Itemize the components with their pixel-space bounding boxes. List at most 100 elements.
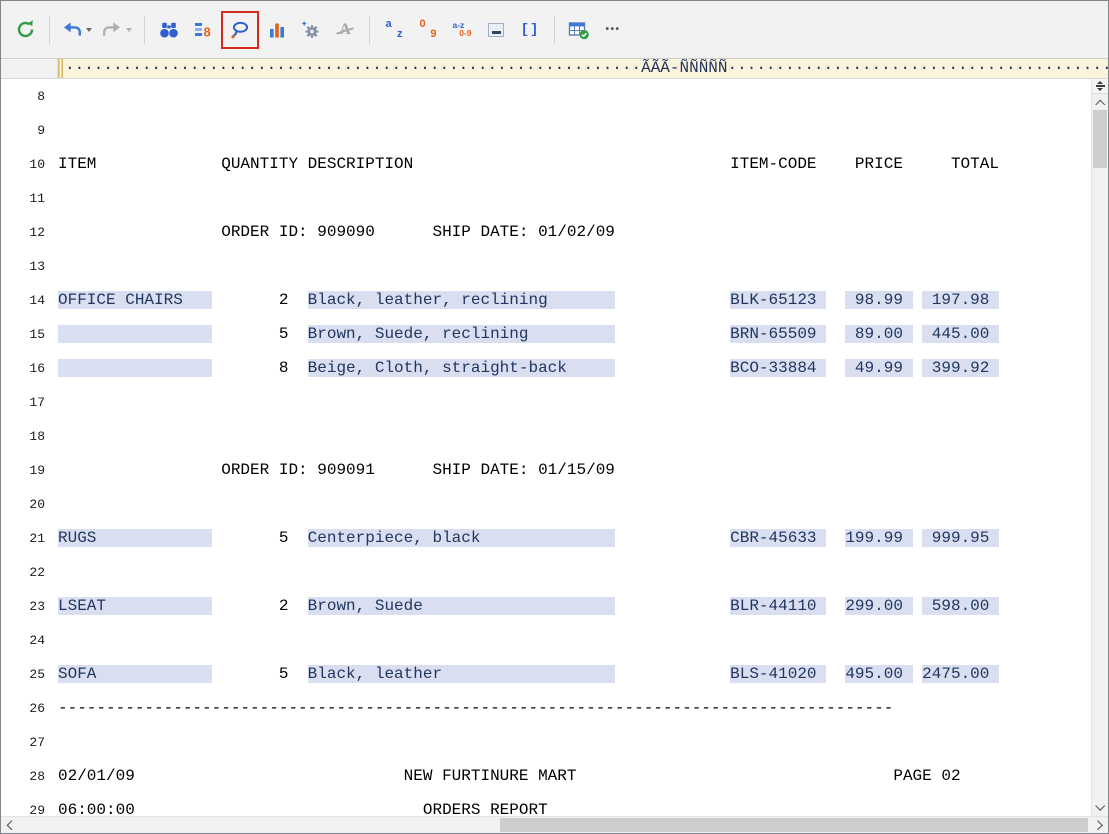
- line-number: 28: [1, 769, 58, 784]
- field-highlight[interactable]: 999.95: [922, 529, 999, 547]
- report-line-text[interactable]: ITEM QUANTITY DESCRIPTION ITEM-CODE PRIC…: [58, 155, 999, 174]
- report-line-text[interactable]: 8 Beige, Cloth, straight-back BCO-33884 …: [58, 359, 999, 378]
- report-text: 5: [212, 665, 308, 683]
- settings-gear-icon: [301, 20, 321, 40]
- field-highlight[interactable]: Brown, Suede: [308, 597, 615, 615]
- report-text: [615, 291, 730, 309]
- scroll-down-button[interactable]: [1092, 800, 1108, 816]
- split-handle[interactable]: [1092, 79, 1108, 94]
- undo-dropdown-caret-icon[interactable]: [86, 28, 92, 32]
- report-line: 26--------------------------------------…: [1, 691, 1091, 725]
- scroll-left-button[interactable]: [1, 817, 17, 833]
- line-number: 16: [1, 361, 58, 376]
- report-text: [826, 665, 845, 683]
- report-text: [913, 359, 923, 377]
- field-highlight[interactable]: 299.00: [845, 597, 912, 615]
- find-button[interactable]: [153, 13, 185, 47]
- field-highlight[interactable]: OFFICE CHAIRS: [58, 291, 212, 309]
- field-highlight[interactable]: CBR-45633: [730, 529, 826, 547]
- line-number: 13: [1, 259, 58, 274]
- field-highlight[interactable]: BLK-65123: [730, 291, 826, 309]
- field-highlight[interactable]: BRN-65509: [730, 325, 826, 343]
- field-highlight[interactable]: LSEAT: [58, 597, 212, 615]
- settings-button[interactable]: [295, 13, 327, 47]
- report-text: ITEM QUANTITY DESCRIPTION ITEM-CODE PRIC…: [58, 155, 999, 173]
- vertical-scrollbar[interactable]: [1091, 79, 1108, 816]
- report-line: 15 5 Brown, Suede, reclining BRN-65509 8…: [1, 317, 1091, 351]
- table-check-icon: [568, 20, 590, 40]
- report-text: [615, 529, 730, 547]
- chart-button[interactable]: [261, 13, 293, 47]
- horizontal-scroll-thumb[interactable]: [500, 818, 1088, 832]
- field-highlight[interactable]: BCO-33884: [730, 359, 826, 377]
- field-highlight[interactable]: Centerpiece, black: [308, 529, 615, 547]
- report-line-text[interactable]: 02/01/09 NEW FURTINURE MART PAGE 02: [58, 767, 961, 786]
- horizontal-scrollbar[interactable]: [1, 816, 1108, 833]
- field-highlight[interactable]: 598.00: [922, 597, 999, 615]
- sort-alpha-button[interactable]: a z: [378, 13, 410, 47]
- ruler-text[interactable]: ········································…: [65, 59, 1108, 78]
- field-highlight[interactable]: Beige, Cloth, straight-back: [308, 359, 615, 377]
- report-text: ORDER ID: 909091 SHIP DATE: 01/15/09: [58, 461, 615, 479]
- field-highlight[interactable]: BLR-44110: [730, 597, 826, 615]
- chevron-left-icon: [6, 820, 15, 829]
- report-model-editor-window: 8: [0, 0, 1109, 834]
- field-highlight[interactable]: 2475.00: [922, 665, 999, 683]
- field-highlight[interactable]: 98.99: [845, 291, 912, 309]
- field-highlight[interactable]: Black, leather, reclining: [308, 291, 615, 309]
- report-line-text[interactable]: ----------------------------------------…: [58, 699, 893, 718]
- line-number: 9: [1, 123, 58, 138]
- field-highlight[interactable]: 89.00: [845, 325, 912, 343]
- goto-record-button[interactable]: 8: [187, 13, 219, 47]
- redo-button[interactable]: [98, 13, 136, 47]
- report-line-text[interactable]: OFFICE CHAIRS 2 Black, leather, reclinin…: [58, 291, 999, 310]
- brackets-button[interactable]: []: [514, 13, 546, 47]
- bar-chart-icon: [267, 20, 287, 40]
- report-line-text[interactable]: 5 Brown, Suede, reclining BRN-65509 89.0…: [58, 325, 999, 344]
- report-line-text[interactable]: RUGS 5 Centerpiece, black CBR-45633 199.…: [58, 529, 999, 548]
- scroll-right-button[interactable]: [1092, 817, 1108, 833]
- field-highlight[interactable]: 199.99: [845, 529, 912, 547]
- report-text: [826, 291, 845, 309]
- sort-alphanumeric-button[interactable]: a-z 0-9: [446, 13, 478, 47]
- field-highlight[interactable]: Brown, Suede, reclining: [308, 325, 615, 343]
- horizontal-scroll-track[interactable]: [17, 817, 1092, 833]
- field-highlight[interactable]: 445.00: [922, 325, 999, 343]
- report-line: 18: [1, 419, 1091, 453]
- scroll-up-button[interactable]: [1092, 94, 1108, 110]
- field-highlight[interactable]: 49.99: [845, 359, 912, 377]
- vertical-scroll-thumb[interactable]: [1093, 110, 1107, 168]
- field-highlight[interactable]: Black, leather: [308, 665, 615, 683]
- underscore-button[interactable]: [480, 13, 512, 47]
- field-highlight[interactable]: [58, 325, 212, 343]
- font-button[interactable]: A: [329, 13, 361, 47]
- field-highlight[interactable]: 495.00: [845, 665, 912, 683]
- sort-numeric-button[interactable]: 0 9: [412, 13, 444, 47]
- field-highlight[interactable]: 399.92: [922, 359, 999, 377]
- field-highlight[interactable]: SOFA: [58, 665, 212, 683]
- report-line: 13: [1, 249, 1091, 283]
- report-line-text[interactable]: ORDER ID: 909091 SHIP DATE: 01/15/09: [58, 461, 615, 480]
- line-number: 25: [1, 667, 58, 682]
- redo-dropdown-caret-icon[interactable]: [126, 28, 132, 32]
- report-line: 21RUGS 5 Centerpiece, black CBR-45633 19…: [1, 521, 1091, 555]
- field-highlight[interactable]: [58, 359, 212, 377]
- report-line: 2906:00:00 ORDERS REPORT: [1, 793, 1091, 816]
- undo-button[interactable]: [58, 13, 96, 47]
- more-options-button[interactable]: •••: [597, 13, 629, 47]
- table-check-button[interactable]: [563, 13, 595, 47]
- report-line-text[interactable]: ORDER ID: 909090 SHIP DATE: 01/02/09: [58, 223, 615, 242]
- refresh-button[interactable]: [9, 13, 41, 47]
- report-line-text[interactable]: LSEAT 2 Brown, Suede BLR-44110 299.00 59…: [58, 597, 999, 616]
- report-line-text[interactable]: SOFA 5 Black, leather BLS-41020 495.00 2…: [58, 665, 999, 684]
- field-highlight[interactable]: BLS-41020: [730, 665, 826, 683]
- vertical-scroll-track[interactable]: [1092, 110, 1108, 800]
- report-line-text[interactable]: 06:00:00 ORDERS REPORT: [58, 801, 548, 817]
- report-text: 2: [212, 597, 308, 615]
- report-text: ----------------------------------------…: [58, 699, 893, 717]
- field-highlight[interactable]: RUGS: [58, 529, 212, 547]
- report-text: [913, 597, 923, 615]
- lasso-button[interactable]: [224, 13, 256, 47]
- report-text: [615, 597, 730, 615]
- field-highlight[interactable]: 197.98: [922, 291, 999, 309]
